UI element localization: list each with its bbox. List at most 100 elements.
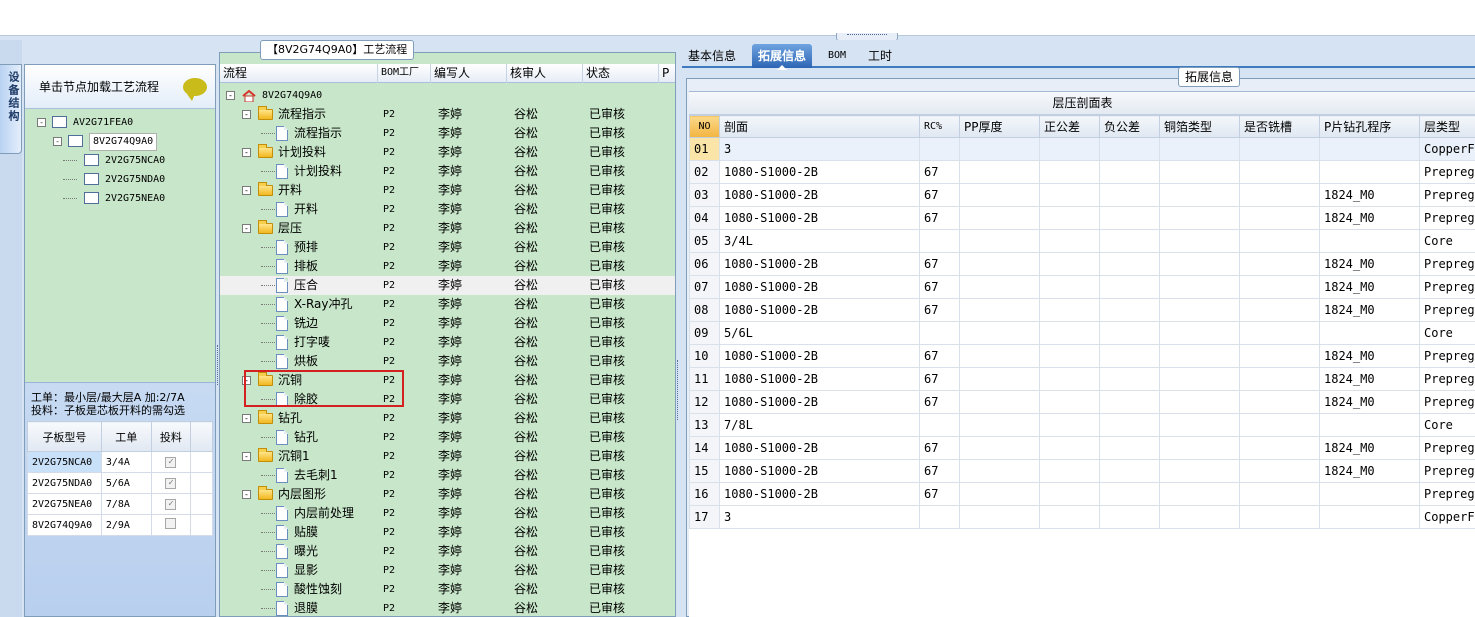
col-writer[interactable]: 编写人 [431, 64, 507, 83]
process-writer: 李婷 [438, 240, 463, 254]
sub-board-row[interactable]: 2V2G75NEA0 7/8A ✓ [27, 493, 213, 515]
collapse-toggle-icon[interactable]: - [242, 414, 251, 423]
feed-checkbox[interactable] [165, 518, 177, 529]
sub-board-model: 2V2G75NEA0 [27, 493, 102, 515]
col-drill-program[interactable]: P片钻孔程序 [1319, 115, 1420, 138]
lamination-row[interactable]: 16 1080-S1000-2B 67 Prepreg [689, 482, 1475, 506]
row-number: 10 [689, 344, 720, 368]
tab-work-hours[interactable]: 工时 [862, 44, 898, 68]
tree-connector [63, 198, 77, 199]
process-row[interactable]: - 沉铜1 P2 李婷 谷松 已审核 [220, 447, 675, 466]
process-row[interactable]: 烘板 P2 李婷 谷松 已审核 [220, 352, 675, 371]
col-pp-thickness[interactable]: PP厚度 [959, 115, 1040, 138]
process-row[interactable]: 开料 P2 李婷 谷松 已审核 [220, 200, 675, 219]
col-plus-tol[interactable]: 正公差 [1039, 115, 1100, 138]
process-row[interactable]: 钻孔 P2 李婷 谷松 已审核 [220, 428, 675, 447]
process-root-row[interactable]: - 8V2G74Q9A0 [220, 86, 675, 105]
lamination-row[interactable]: 173 CopperFo [689, 505, 1475, 529]
collapse-toggle-icon[interactable]: - [242, 490, 251, 499]
process-row[interactable]: 预排 P2 李婷 谷松 已审核 [220, 238, 675, 257]
process-row[interactable]: 贴膜 P2 李婷 谷松 已审核 [220, 523, 675, 542]
process-row[interactable]: - 层压 P2 李婷 谷松 已审核 [220, 219, 675, 238]
feed-checkbox[interactable]: ✓ [165, 478, 177, 489]
lamination-row[interactable]: 11 1080-S1000-2B 67 1824_M0 Prepreg [689, 367, 1475, 391]
col-copper-type[interactable]: 铜箔类型 [1159, 115, 1240, 138]
process-row[interactable]: - 开料 P2 李婷 谷松 已审核 [220, 181, 675, 200]
tree-node[interactable]: 2V2G75NDA0 [25, 170, 215, 189]
col-feed[interactable]: 投料 [150, 421, 192, 452]
lamination-cell [959, 390, 1040, 414]
col-p[interactable]: P [659, 64, 675, 83]
process-row[interactable]: 显影 P2 李婷 谷松 已审核 [220, 561, 675, 580]
collapse-toggle-icon[interactable]: - [37, 118, 46, 127]
process-row[interactable]: 曝光 P2 李婷 谷松 已审核 [220, 542, 675, 561]
middle-splitter[interactable] [677, 360, 681, 420]
process-reviewer: 谷松 [514, 487, 539, 501]
lamination-row[interactable]: 013 CopperFo [689, 137, 1475, 161]
collapse-toggle-icon[interactable]: - [53, 137, 62, 146]
process-row[interactable]: 压合 P2 李婷 谷松 已审核 [220, 276, 675, 295]
process-row[interactable]: 打字唛 P2 李婷 谷松 已审核 [220, 333, 675, 352]
tab-basic-info[interactable]: 基本信息 [682, 44, 742, 68]
lamination-row[interactable]: 03 1080-S1000-2B 67 1824_M0 Prepreg [689, 183, 1475, 207]
lamination-row[interactable]: 06 1080-S1000-2B 67 1824_M0 Prepreg [689, 252, 1475, 276]
col-order[interactable]: 工单 [100, 421, 152, 452]
process-row[interactable]: - 流程指示 P2 李婷 谷松 已审核 [220, 105, 675, 124]
col-milling[interactable]: 是否铣槽 [1239, 115, 1320, 138]
collapse-toggle-icon[interactable]: - [242, 452, 251, 461]
col-sub-model[interactable]: 子板型号 [27, 421, 102, 452]
col-minus-tol[interactable]: 负公差 [1099, 115, 1160, 138]
sub-board-row[interactable]: 2V2G75NCA0 3/4A ✓ [27, 451, 213, 473]
tree-node[interactable]: 2V2G75NCA0 [25, 151, 215, 170]
lamination-row[interactable]: 15 1080-S1000-2B 67 1824_M0 Prepreg [689, 459, 1475, 483]
lamination-row[interactable]: 08 1080-S1000-2B 67 1824_M0 Prepreg [689, 298, 1475, 322]
process-row[interactable]: 排板 P2 李婷 谷松 已审核 [220, 257, 675, 276]
process-row[interactable]: 退膜 P2 李婷 谷松 已审核 [220, 599, 675, 617]
collapse-toggle-icon[interactable]: - [242, 186, 251, 195]
tab-device-structure[interactable]: 设备结构 [0, 64, 22, 154]
col-no[interactable]: NO [689, 115, 720, 138]
sub-board-row[interactable]: 2V2G75NDA0 5/6A ✓ [27, 472, 213, 494]
sub-board-row[interactable]: 8V2G74Q9A0 2/9A [27, 514, 213, 536]
lamination-row[interactable]: 04 1080-S1000-2B 67 1824_M0 Prepreg [689, 206, 1475, 230]
col-rc[interactable]: RC% [919, 115, 960, 138]
node-box-icon [84, 173, 99, 185]
process-row[interactable]: 计划投料 P2 李婷 谷松 已审核 [220, 162, 675, 181]
collapse-toggle-icon[interactable]: - [226, 91, 235, 100]
tab-extended-info[interactable]: 拓展信息 [752, 44, 813, 70]
tree-node[interactable]: - AV2G71FEA0 [25, 113, 215, 132]
speech-bubble-icon[interactable] [183, 78, 207, 101]
process-row[interactable]: 流程指示 P2 李婷 谷松 已审核 [220, 124, 675, 143]
collapse-toggle-icon[interactable]: - [242, 110, 251, 119]
process-row[interactable]: 内层前处理 P2 李婷 谷松 已审核 [220, 504, 675, 523]
lamination-row[interactable]: 14 1080-S1000-2B 67 1824_M0 Prepreg [689, 436, 1475, 460]
tab-bom[interactable]: BOM [822, 44, 852, 68]
process-row[interactable]: - 钻孔 P2 李婷 谷松 已审核 [220, 409, 675, 428]
feed-checkbox[interactable]: ✓ [165, 457, 177, 468]
lamination-row[interactable]: 12 1080-S1000-2B 67 1824_M0 Prepreg [689, 390, 1475, 414]
process-row[interactable]: 去毛刺1 P2 李婷 谷松 已审核 [220, 466, 675, 485]
process-row[interactable]: - 内层图形 P2 李婷 谷松 已审核 [220, 485, 675, 504]
process-row[interactable]: 酸性蚀刻 P2 李婷 谷松 已审核 [220, 580, 675, 599]
collapse-toggle-icon[interactable]: - [242, 148, 251, 157]
col-bom-factory[interactable]: BOM工厂 [378, 64, 431, 83]
lamination-row[interactable]: 13 7/8L Core [689, 413, 1475, 437]
tree-node[interactable]: 2V2G75NEA0 [25, 189, 215, 208]
lamination-row[interactable]: 05 3/4L Core [689, 229, 1475, 253]
col-flow[interactable]: 流程 [220, 64, 378, 83]
col-layer-type[interactable]: 层类型 [1419, 115, 1475, 138]
row-number: 05 [689, 229, 720, 253]
collapse-toggle-icon[interactable]: - [242, 224, 251, 233]
lamination-row[interactable]: 07 1080-S1000-2B 67 1824_M0 Prepreg [689, 275, 1475, 299]
lamination-row[interactable]: 10 1080-S1000-2B 67 1824_M0 Prepreg [689, 344, 1475, 368]
col-profile[interactable]: 剖面 [719, 115, 920, 138]
feed-checkbox[interactable]: ✓ [165, 499, 177, 510]
col-status[interactable]: 状态 [583, 64, 659, 83]
col-reviewer[interactable]: 核审人 [507, 64, 583, 83]
process-row[interactable]: 铣边 P2 李婷 谷松 已审核 [220, 314, 675, 333]
lamination-row[interactable]: 02 1080-S1000-2B 67 Prepreg [689, 160, 1475, 184]
lamination-row[interactable]: 09 5/6L Core [689, 321, 1475, 345]
tree-node[interactable]: - 8V2G74Q9A0 [25, 132, 215, 151]
process-row[interactable]: X-Ray冲孔 P2 李婷 谷松 已审核 [220, 295, 675, 314]
process-row[interactable]: - 计划投料 P2 李婷 谷松 已审核 [220, 143, 675, 162]
